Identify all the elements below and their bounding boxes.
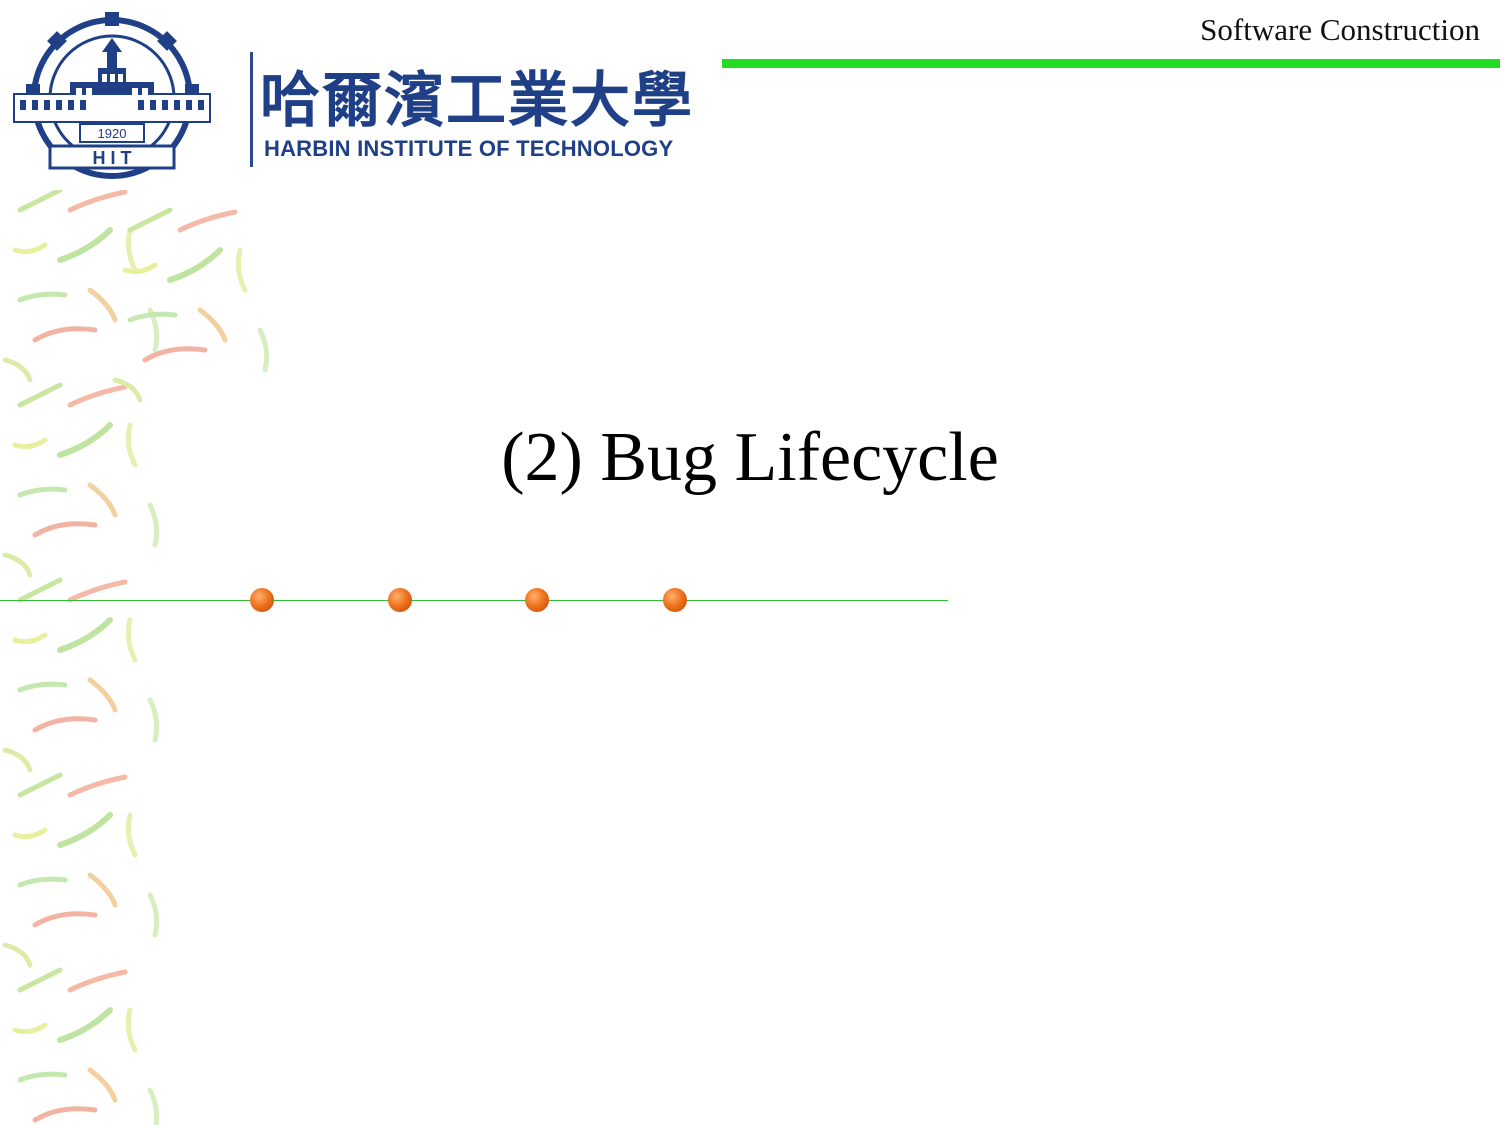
bullet-dot-icon: [388, 588, 412, 612]
emblem-year: 1920: [98, 126, 127, 141]
header-accent-rule: [722, 59, 1500, 68]
leaf-pattern-decoration: [0, 190, 270, 1125]
university-logo: 1920 H I T 哈爾濱工業大學 HARBIN INSTITUTE OF T…: [10, 12, 710, 182]
bullet-dot-icon: [250, 588, 274, 612]
slide-title: (2) Bug Lifecycle: [0, 418, 1500, 498]
slide-title-text: (2) Bug Lifecycle: [501, 419, 999, 496]
university-name-cn: 哈爾濱工業大學: [260, 66, 694, 136]
emblem-letters: H I T: [93, 148, 132, 168]
slide: Software Construction 1920 H I T 哈爾濱工業大學…: [0, 0, 1500, 1125]
university-name-en: HARBIN INSTITUTE OF TECHNOLOGY: [264, 136, 674, 161]
university-emblem-icon: 1920 H I T: [13, 12, 211, 179]
course-title: Software Construction: [1200, 12, 1480, 47]
title-divider-line: [0, 600, 948, 601]
logo-divider: [250, 52, 253, 167]
bullet-dot-icon: [525, 588, 549, 612]
bullet-dot-icon: [663, 588, 687, 612]
